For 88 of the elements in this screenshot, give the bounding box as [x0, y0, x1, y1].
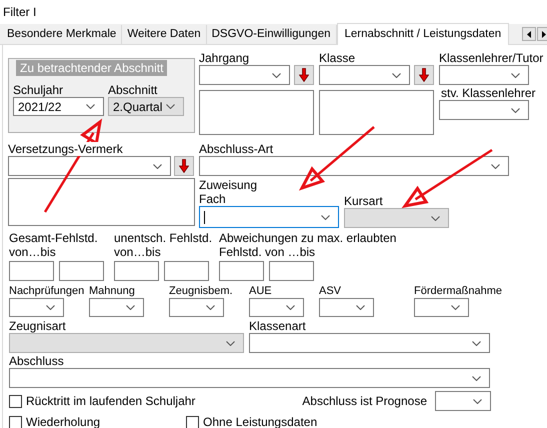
chevron-down-icon	[153, 164, 162, 168]
dropdown[interactable]	[9, 368, 490, 388]
chevron-down-icon	[472, 340, 481, 346]
dropdown[interactable]	[249, 333, 490, 353]
caret-right-icon	[542, 30, 546, 38]
down-arrow-button[interactable]	[294, 65, 314, 85]
chevron-down-icon	[226, 340, 235, 346]
down-arrow-button[interactable]	[174, 156, 194, 176]
list-box[interactable]	[8, 178, 195, 226]
dropdown[interactable]	[199, 65, 290, 85]
down-arrow-button[interactable]	[414, 65, 434, 85]
arrow-down-icon	[419, 68, 429, 82]
chevron-down-icon	[321, 214, 330, 220]
caret-left-icon	[527, 30, 531, 38]
dropdown[interactable]	[89, 298, 144, 317]
dropdown[interactable]	[439, 65, 529, 85]
field-label: Schuljahr	[13, 83, 64, 97]
field-label: von…bis	[9, 245, 56, 259]
dropdown[interactable]	[249, 298, 304, 317]
chevron-down-icon	[206, 305, 215, 310]
window-title: Filter I	[3, 5, 36, 19]
field-label: Fehlstd. von …bis	[219, 245, 316, 259]
dropdown[interactable]	[319, 298, 374, 317]
scroll-left-button[interactable]	[522, 27, 536, 41]
dropdown[interactable]	[414, 298, 469, 317]
field-label: Klassenlehrer/Tutor	[439, 51, 544, 65]
field-label: Versetzungs-Vermerk	[8, 142, 123, 156]
field-label: Mahnung	[89, 284, 135, 298]
field-label: von…bis	[114, 245, 161, 259]
field-label: Abschluss-Art	[199, 142, 274, 156]
chevron-down-icon	[286, 305, 295, 310]
dropdown[interactable]	[199, 206, 339, 228]
field-label: Fördermaßnahme	[414, 284, 502, 298]
dropdown[interactable]	[9, 298, 64, 317]
field-label: Klasse	[319, 51, 356, 65]
input-field[interactable]	[269, 261, 314, 281]
dropdown[interactable]	[199, 156, 509, 176]
chevron-down-icon	[126, 305, 135, 310]
input-field[interactable]	[219, 261, 264, 281]
field-label: ASV	[319, 284, 342, 298]
dropdown[interactable]	[319, 65, 410, 85]
dropdown[interactable]: 2021/22	[13, 97, 104, 116]
chevron-down-icon	[431, 216, 440, 220]
checkbox[interactable]: Rücktritt im laufenden Schuljahr	[9, 394, 196, 408]
chevron-down-icon	[86, 104, 95, 109]
arrow-down-icon	[299, 68, 309, 82]
field-label: Abschluss	[9, 354, 64, 368]
field-label: AUE	[249, 284, 272, 298]
field-label: Klassenart	[249, 319, 306, 333]
field-label: Nachprüfungen	[9, 284, 84, 298]
chevron-down-icon	[491, 164, 500, 168]
chevron-down-icon	[451, 305, 460, 310]
list-box[interactable]	[199, 90, 314, 135]
field-label: stv. Klassenlehrer	[441, 86, 536, 100]
group-title: Zu betrachtender Abschnitt	[16, 60, 168, 76]
chevron-down-icon	[511, 72, 520, 78]
field-label: Jahrgang	[199, 51, 250, 65]
text-cursor	[204, 211, 205, 224]
list-box[interactable]	[319, 90, 434, 135]
scroll-right-button[interactable]	[537, 27, 547, 41]
chevron-down-icon	[272, 72, 281, 78]
input-field[interactable]	[9, 261, 54, 281]
chevron-down-icon	[511, 108, 520, 112]
field-label: Gesamt-Fehlstd.	[9, 231, 98, 245]
field-label: Abschnitt	[108, 83, 158, 97]
input-field[interactable]	[164, 261, 209, 281]
field-label: Zeugnisbem.	[169, 284, 233, 298]
field-label: Fach	[199, 192, 226, 206]
dropdown[interactable]	[8, 156, 171, 176]
field-label: Zeugnisart	[9, 319, 66, 333]
field-label: Kursart	[344, 194, 383, 208]
dropdown[interactable]	[435, 391, 491, 411]
dropdown[interactable]	[169, 298, 224, 317]
tab[interactable]: Lernabschnitt / Leistungsdaten	[336, 23, 510, 45]
field-label: Abweichungen zu max. erlaubten	[219, 231, 396, 245]
chevron-down-icon	[473, 398, 482, 404]
chevron-down-icon	[472, 376, 481, 380]
chevron-down-icon	[46, 305, 55, 310]
chevron-down-icon	[166, 104, 175, 109]
input-field[interactable]	[114, 261, 159, 281]
arrow-down-icon	[179, 159, 189, 173]
chevron-down-icon	[356, 305, 365, 310]
dropdown[interactable]	[439, 100, 529, 120]
field-label: Abschluss ist Prognose	[302, 394, 427, 408]
section-label: Zuweisung	[199, 178, 258, 192]
field-label: unentsch. Fehlstd.	[114, 231, 212, 245]
chevron-down-icon	[392, 72, 401, 78]
input-field[interactable]	[59, 261, 104, 281]
